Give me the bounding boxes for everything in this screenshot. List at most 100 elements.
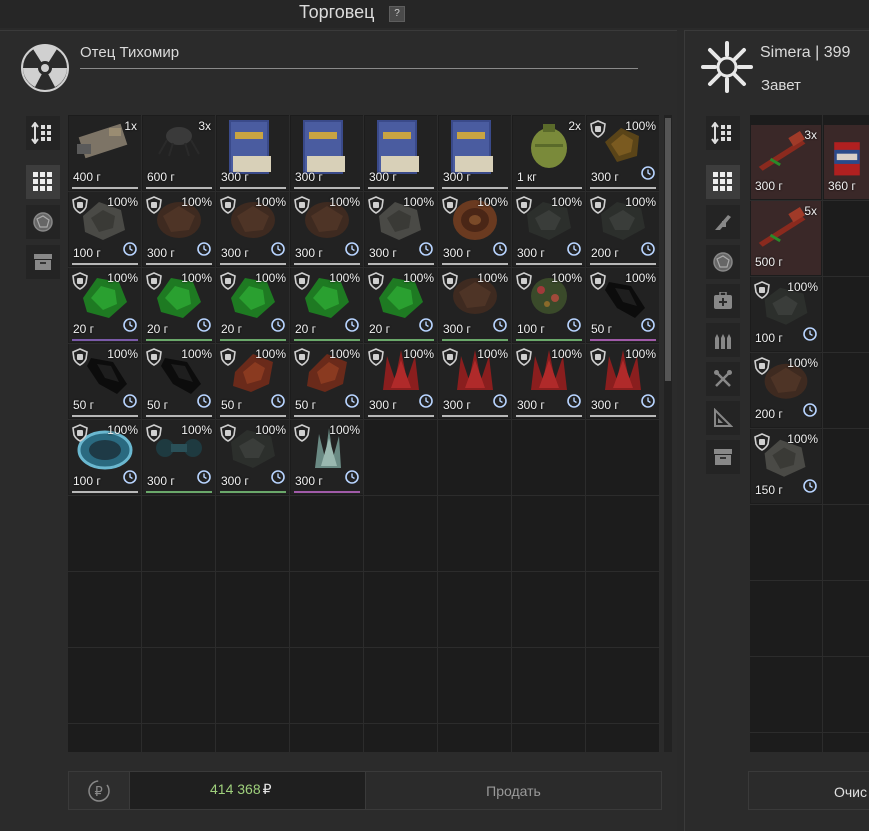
item-weight: 360 г [828, 179, 856, 193]
trader-item-slot[interactable]: 100% 300 г [291, 420, 363, 494]
sort-icon [31, 122, 51, 144]
trader-item-slot[interactable]: 100% 300 г [217, 420, 289, 494]
trader-item-slot[interactable]: 100% 300 г [439, 344, 511, 418]
item-condition: 100% [107, 423, 138, 437]
player-sort-tab[interactable] [706, 116, 740, 150]
trader-item-slot[interactable]: 100% 300 г [439, 192, 511, 266]
trader-item-slot[interactable]: 100% 20 г [143, 268, 215, 342]
item-weight: 500 г [755, 255, 783, 269]
artifacts-tab[interactable] [26, 205, 60, 239]
trader-item-slot[interactable]: 100% 300 г [587, 344, 659, 418]
trader-item-slot[interactable]: 100% 50 г [217, 344, 289, 418]
trader-item-slot[interactable]: 300 г [365, 116, 437, 190]
player-item-slot[interactable]: 3x 300 г [751, 125, 821, 199]
player-name: Simera | 399 [760, 44, 851, 61]
item-weight: 300 г [295, 246, 323, 260]
durability-shield-icon [72, 424, 88, 447]
player-item-slot[interactable]: 100% 150 г [751, 429, 821, 503]
item-weight: 400 г [73, 170, 101, 184]
currency-exchange-button[interactable]: ₽ [68, 771, 130, 810]
item-weight: 150 г [755, 483, 783, 497]
weapons-tab[interactable] [706, 205, 740, 239]
trader-item-slot[interactable]: 100% 100 г [513, 268, 585, 342]
item-condition: 100% [551, 347, 582, 361]
item-condition: 100% [329, 195, 360, 209]
player-artifacts-tab[interactable] [706, 245, 740, 279]
trader-item-slot[interactable]: 100% 300 г [513, 344, 585, 418]
rental-clock-icon [493, 242, 507, 261]
trader-item-slot[interactable]: 1x 400 г [69, 116, 141, 190]
trader-item-slot[interactable]: 100% 100 г [69, 420, 141, 494]
trader-scrollbar-thumb[interactable] [665, 118, 671, 381]
trader-item-slot[interactable]: 3x 600 г [143, 116, 215, 190]
player-item-slot[interactable]: 100% 100 г [751, 277, 821, 351]
trader-item-slot[interactable]: 2x 1 кг [513, 116, 585, 190]
svg-text:₽: ₽ [95, 785, 103, 800]
sort-tab[interactable] [26, 116, 60, 150]
grid-divider [750, 580, 869, 581]
tools-icon [714, 370, 732, 387]
trader-item-slot[interactable]: 300 г [291, 116, 363, 190]
durability-shield-icon [294, 196, 310, 219]
trader-item-slot[interactable]: 100% 50 г [69, 344, 141, 418]
trader-item-slot[interactable]: 300 г [439, 116, 511, 190]
trader-item-slot[interactable]: 100% 20 г [217, 268, 289, 342]
trader-item-slot[interactable]: 300 г [217, 116, 289, 190]
grid-divider [141, 115, 142, 752]
player-item-slot[interactable]: 360 г [824, 125, 869, 199]
misc-tab[interactable] [26, 245, 60, 279]
trader-item-slot[interactable]: 100% 100 г [69, 192, 141, 266]
medkit-icon [714, 292, 732, 309]
item-condition: 100% [329, 423, 360, 437]
item-rarity-line [146, 339, 212, 341]
rental-clock-icon [197, 394, 211, 413]
measure-tab[interactable] [706, 401, 740, 435]
item-weight: 100 г [73, 246, 101, 260]
trader-item-slot[interactable]: 100% 200 г [587, 192, 659, 266]
item-rarity-line [220, 263, 286, 265]
rifle-icon [715, 215, 731, 230]
item-condition: 100% [625, 347, 656, 361]
trader-item-slot[interactable]: 100% 20 г [291, 268, 363, 342]
item-rarity-line [516, 415, 582, 417]
trader-item-slot[interactable]: 100% 300 г [439, 268, 511, 342]
trader-item-slot[interactable]: 100% 300 г [513, 192, 585, 266]
trader-item-slot[interactable]: 100% 20 г [69, 268, 141, 342]
item-condition: 100% [255, 423, 286, 437]
player-item-slot[interactable]: 5x 500 г [751, 201, 821, 275]
item-rarity-line [368, 339, 434, 341]
durability-shield-icon [294, 424, 310, 447]
trader-item-slot[interactable]: 100% 300 г [587, 116, 659, 190]
medicine-tab[interactable] [706, 284, 740, 318]
trader-item-slot[interactable]: 100% 20 г [365, 268, 437, 342]
player-misc-tab[interactable] [706, 440, 740, 474]
trader-item-slot[interactable]: 100% 300 г [143, 420, 215, 494]
trader-item-slot[interactable]: 100% 50 г [291, 344, 363, 418]
rental-clock-icon [345, 394, 359, 413]
trader-item-slot[interactable]: 100% 300 г [365, 192, 437, 266]
trader-item-slot[interactable]: 100% 300 г [143, 192, 215, 266]
clear-button[interactable]: Очис [748, 771, 869, 810]
player-all-items-tab[interactable] [706, 165, 740, 199]
durability-shield-icon [220, 348, 236, 371]
trader-item-slot[interactable]: 100% 50 г [587, 268, 659, 342]
trader-item-slot[interactable]: 100% 50 г [143, 344, 215, 418]
rental-clock-icon [123, 242, 137, 261]
trader-item-slot[interactable]: 100% 300 г [217, 192, 289, 266]
trader-item-slot[interactable]: 100% 300 г [291, 192, 363, 266]
rental-clock-icon [567, 318, 581, 337]
sell-button[interactable]: Продать [365, 771, 662, 810]
durability-shield-icon [72, 348, 88, 371]
ammo-tab[interactable] [706, 323, 740, 357]
item-quantity: 3x [198, 119, 211, 133]
player-item-slot[interactable]: 100% 200 г [751, 353, 821, 427]
all-items-tab[interactable] [26, 165, 60, 199]
grid-divider [68, 647, 660, 648]
item-condition: 100% [625, 119, 656, 133]
rental-clock-icon [345, 470, 359, 489]
tools-tab[interactable] [706, 362, 740, 396]
help-button[interactable]: ? [389, 6, 405, 22]
durability-shield-icon [590, 272, 606, 295]
item-rarity-line [72, 491, 138, 493]
trader-item-slot[interactable]: 100% 300 г [365, 344, 437, 418]
